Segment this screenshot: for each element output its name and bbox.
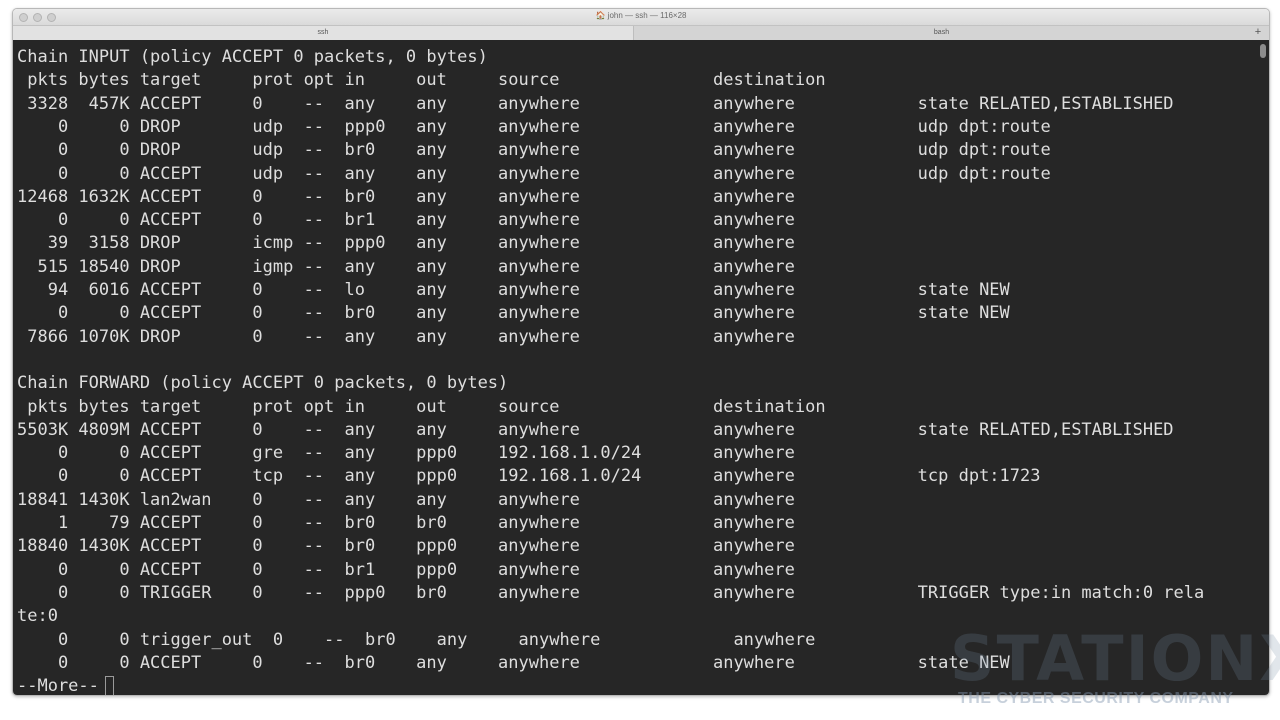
window-title: 🏠 john — ssh — 116×28	[595, 11, 687, 20]
terminal-line: 0 0 ACCEPT udp -- any any anywhere anywh…	[17, 163, 1051, 184]
terminal-line: pkts bytes target prot opt in out source…	[17, 70, 826, 91]
terminal-line: 0 0 trigger_out 0 -- br0 any anywhere an…	[17, 629, 816, 650]
tab-ssh[interactable]: ssh	[13, 26, 634, 40]
terminal-line: 0 0 ACCEPT 0 -- br0 any anywhere anywher…	[17, 303, 1010, 324]
more-prompt: --More--	[17, 676, 99, 695]
terminal-line: 39 3158 DROP icmp -- ppp0 any anywhere a…	[17, 233, 795, 254]
terminal-line: 18841 1430K lan2wan 0 -- any any anywher…	[17, 489, 795, 510]
terminal-line: 0 0 DROP udp -- ppp0 any anywhere anywhe…	[17, 116, 1051, 137]
terminal-line: 18840 1430K ACCEPT 0 -- br0 ppp0 anywher…	[17, 536, 795, 557]
scrollbar-thumb[interactable]	[1260, 44, 1266, 58]
new-tab-button[interactable]: +	[1251, 26, 1265, 40]
tab-bar: ssh bash +	[13, 25, 1269, 41]
terminal-line: 0 0 ACCEPT 0 -- br1 ppp0 anywhere anywhe…	[17, 559, 795, 580]
terminal-line: 0 0 ACCEPT 0 -- br1 any anywhere anywher…	[17, 210, 795, 231]
terminal-line: 0 0 DROP udp -- br0 any anywhere anywher…	[17, 140, 1051, 161]
terminal-line: 0 0 ACCEPT tcp -- any ppp0 192.168.1.0/2…	[17, 466, 1041, 487]
terminal-line: 5503K 4809M ACCEPT 0 -- any any anywhere…	[17, 419, 1174, 440]
terminal-line: 94 6016 ACCEPT 0 -- lo any anywhere anyw…	[17, 280, 1010, 300]
terminal-line: 1 79 ACCEPT 0 -- br0 br0 anywhere anywhe…	[17, 513, 795, 533]
terminal-line: 3328 457K ACCEPT 0 -- any any anywhere a…	[17, 93, 1174, 114]
terminal-output[interactable]: Chain INPUT (policy ACCEPT 0 packets, 0 …	[13, 40, 1258, 695]
terminal-line: 0 0 TRIGGER 0 -- ppp0 br0 anywhere anywh…	[17, 582, 1205, 603]
terminal-line: Chain FORWARD (policy ACCEPT 0 packets, …	[17, 373, 509, 394]
more-prompt-line: --More--	[17, 675, 114, 695]
terminal-line: 12468 1632K ACCEPT 0 -- br0 any anywhere…	[17, 186, 795, 207]
terminal-line: 0 0 ACCEPT 0 -- br0 any anywhere anywher…	[17, 652, 1010, 673]
text-cursor	[104, 676, 114, 695]
terminal-line: Chain INPUT (policy ACCEPT 0 packets, 0 …	[17, 47, 488, 67]
terminal-window: 🏠 john — ssh — 116×28 ssh bash + Chain I…	[12, 8, 1270, 696]
terminal-line: 7866 1070K DROP 0 -- any any anywhere an…	[17, 326, 795, 347]
terminal-line: 0 0 ACCEPT gre -- any ppp0 192.168.1.0/2…	[17, 443, 795, 464]
tab-bash[interactable]: bash	[634, 26, 1249, 40]
title-bar[interactable]: 🏠 john — ssh — 116×28	[13, 9, 1269, 25]
terminal-line: pkts bytes target prot opt in out source…	[17, 396, 826, 417]
terminal-scrollbar[interactable]	[1258, 40, 1269, 695]
terminal-line: te:0	[17, 606, 58, 627]
terminal-line: 515 18540 DROP igmp -- any any anywhere …	[17, 256, 795, 277]
